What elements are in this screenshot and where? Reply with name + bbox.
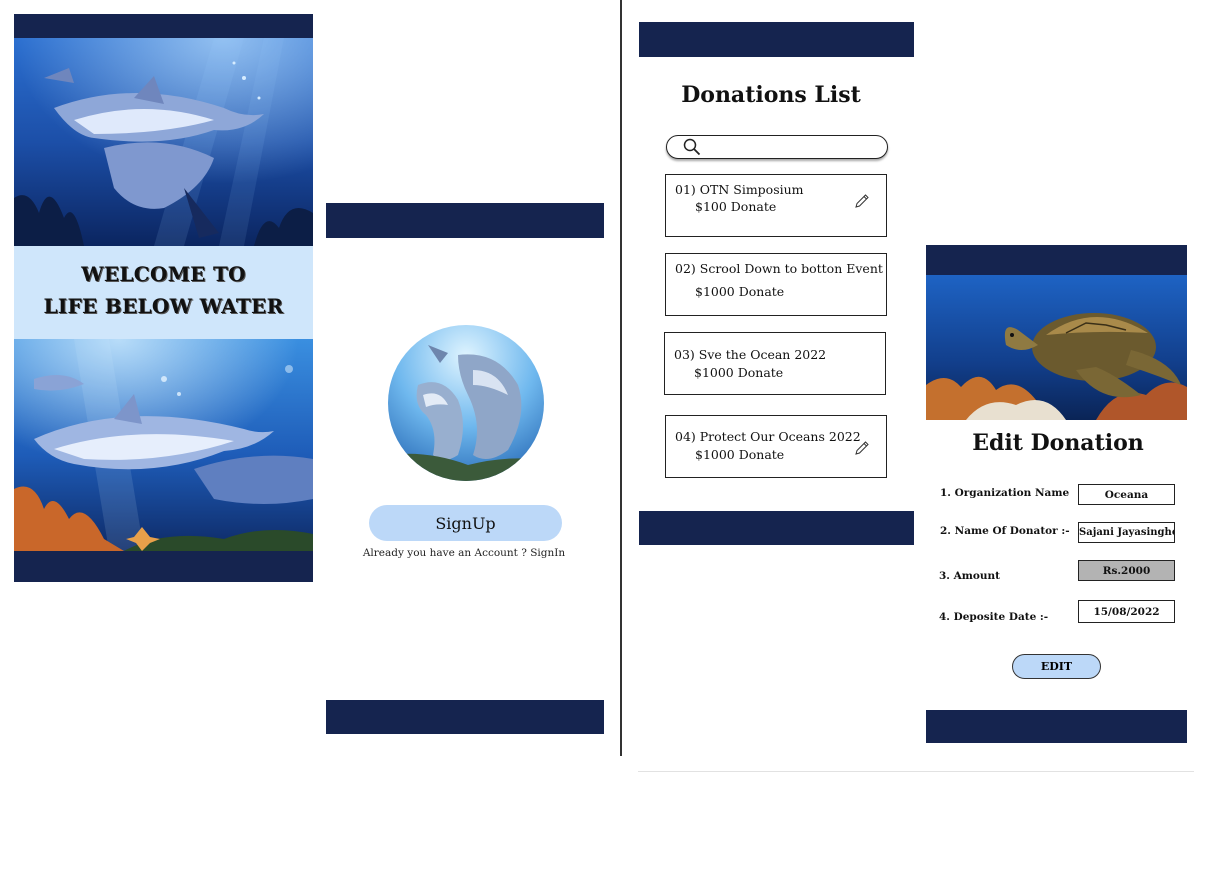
list-bottom-bar (639, 511, 914, 545)
edit-button[interactable]: EDIT (1012, 654, 1101, 679)
signup-button[interactable]: SignUp (369, 505, 562, 541)
donation-item-1[interactable]: 01) OTN Simposium $100 Donate (665, 174, 887, 237)
donation-item-title: 01) OTN Simposium (675, 182, 804, 197)
deposit-date-field[interactable] (1078, 600, 1175, 623)
pencil-icon[interactable] (854, 440, 870, 456)
signup-bottom-bar (326, 700, 604, 734)
org-name-field[interactable] (1078, 484, 1175, 505)
donation-item-3[interactable]: 03) Sve the Ocean 2022 $1000 Donate (664, 332, 886, 395)
donation-item-amount: $1000 Donate (695, 447, 785, 462)
list-top-bar (639, 22, 914, 57)
edit-title: Edit Donation (972, 430, 1144, 456)
dolphin-avatar (388, 325, 544, 481)
edit-top-bar (926, 245, 1187, 275)
donation-item-4[interactable]: 04) Protect Our Oceans 2022 $1000 Donate (665, 415, 887, 478)
amount-label: 3. Amount (939, 570, 1000, 582)
welcome-banner: WELCOME TO LIFE BELOW WATER (14, 246, 313, 339)
donator-name-label: 2. Name Of Donator :- (940, 525, 1070, 537)
donation-item-2[interactable]: 02) Scrool Down to botton Event $1000 Do… (665, 253, 887, 316)
welcome-bottom-bar (14, 551, 313, 582)
turtle-image (926, 275, 1187, 420)
signup-top-bar (326, 203, 604, 238)
donation-item-amount: $1000 Donate (694, 365, 784, 380)
dolphin-image-top (14, 38, 313, 246)
org-name-label: 1. Organization Name (940, 487, 1070, 499)
vertical-divider (620, 0, 622, 756)
donation-item-title: 02) Scrool Down to botton Event (675, 261, 883, 276)
welcome-title-line1: WELCOME TO (81, 262, 246, 286)
donation-item-amount: $1000 Donate (695, 284, 785, 299)
dolphin-image-bottom (14, 339, 313, 551)
amount-field[interactable] (1078, 560, 1175, 581)
deposit-date-label: 4. Deposite Date :- (939, 611, 1049, 623)
edit-bottom-bar (926, 710, 1187, 743)
signin-link[interactable]: Already you have an Account ? SignIn (330, 547, 598, 559)
donation-item-title: 04) Protect Our Oceans 2022 (675, 429, 861, 444)
donation-item-title: 03) Sve the Ocean 2022 (674, 347, 827, 362)
search-bar[interactable] (666, 135, 888, 159)
search-icon[interactable] (683, 138, 701, 156)
horizontal-divider (638, 771, 1194, 772)
welcome-title-line2: LIFE BELOW WATER (43, 294, 284, 318)
donator-name-field[interactable] (1078, 522, 1175, 543)
pencil-icon[interactable] (854, 193, 870, 209)
search-input[interactable] (707, 138, 881, 157)
donation-item-amount: $100 Donate (695, 199, 777, 214)
page-title: Donations List (681, 82, 861, 108)
welcome-top-bar (14, 14, 313, 38)
